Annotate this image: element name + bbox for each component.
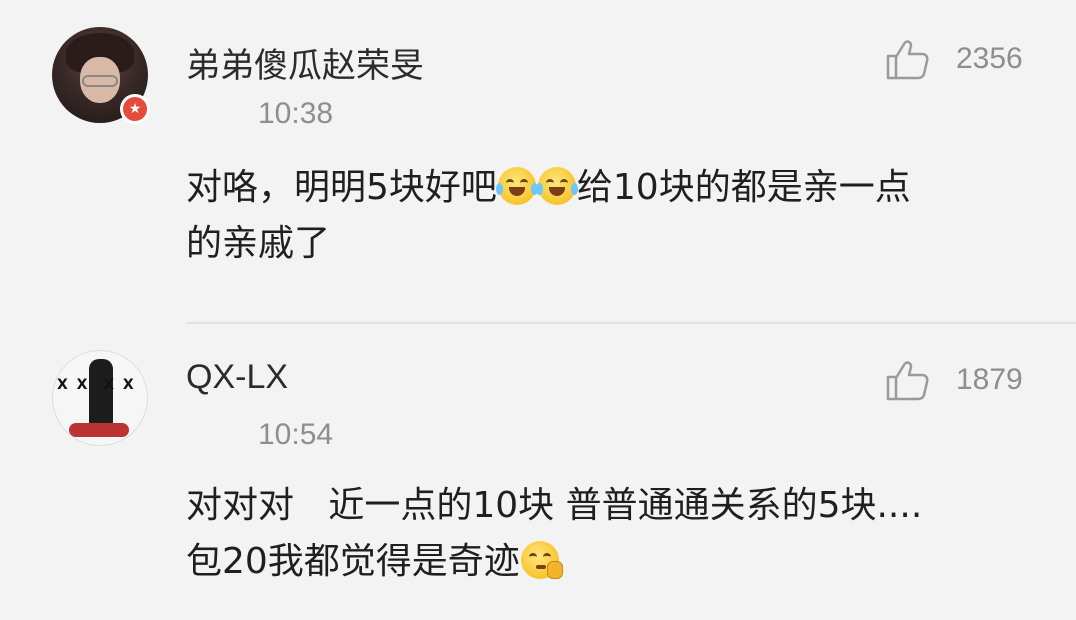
comment-text-part: 对咯，明明5块好吧	[186, 167, 497, 208]
avatar-graphic: X X X X	[57, 377, 136, 393]
comment-line: 对对对 近一点的10块 普普通通关系的5块....	[186, 485, 923, 526]
like-count: 1879	[956, 363, 1023, 396]
username[interactable]: QX-LX	[186, 358, 288, 397]
like-button[interactable]: 1879	[884, 357, 1023, 403]
avatar[interactable]: X X X X	[52, 350, 148, 446]
comment-text: 对对对 近一点的10块 普普通通关系的5块.... 包20我都觉得是奇迹	[186, 478, 1036, 590]
timestamp: 10:38	[258, 97, 334, 130]
star-badge-icon: ★	[120, 94, 150, 124]
avatar-figure	[89, 359, 113, 429]
thumbs-up-icon	[886, 40, 929, 80]
avatar-glasses	[82, 75, 118, 87]
comment-text: 对咯，明明5块好吧 给10块的都是亲一点 的亲戚了	[186, 160, 1036, 272]
laugh-cry-emoji	[535, 167, 578, 205]
laugh-cry-emoji	[495, 167, 538, 205]
timestamp: 10:54	[258, 418, 334, 451]
username[interactable]: 弟弟傻瓜赵荣旻	[186, 38, 424, 87]
comment-line: 包20我都觉得是奇迹	[186, 534, 1036, 590]
avatar-shoes	[69, 423, 129, 437]
like-count: 2356	[956, 42, 1023, 75]
comment-line: 的亲戚了	[186, 223, 331, 264]
comment-text-part: 包20我都觉得是奇迹	[186, 541, 520, 582]
like-button[interactable]: 2356	[884, 36, 1023, 82]
comment-line: 对咯，明明5块好吧 给10块的都是亲一点	[186, 160, 1036, 216]
comment-item: ★ 弟弟傻瓜赵荣旻 10:38 2356 对咯，明明5块好吧 给10块的都是亲一点…	[0, 0, 1076, 322]
comment-item: X X X X QX-LX 10:54 1879 对对对 近一点的10块 普普通…	[0, 324, 1076, 620]
pensive-emoji	[520, 541, 563, 579]
comment-text-part: 给10块的都是亲一点	[576, 167, 911, 208]
thumbs-up-icon	[886, 361, 929, 401]
